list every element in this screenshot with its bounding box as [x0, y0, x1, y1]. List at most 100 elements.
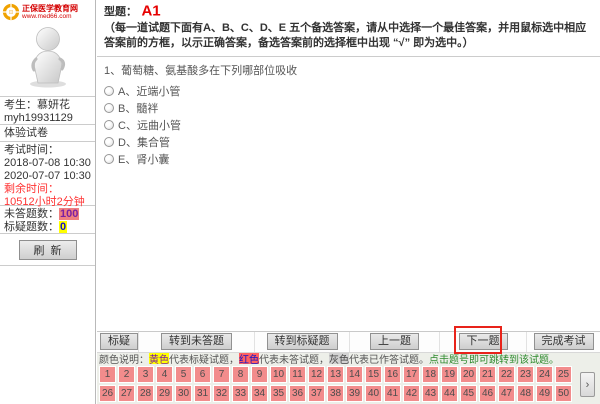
question-number-cell[interactable]: 3 — [137, 366, 154, 383]
question-number-cell[interactable]: 46 — [479, 385, 496, 402]
option-label-e: E、肾小囊 — [118, 154, 170, 166]
question-block: 1、葡萄糖、氨基酸多在下列哪部位吸收 A、近端小管 B、髓袢 C、远曲小管 D、… — [97, 57, 600, 175]
question-number-cell[interactable]: 6 — [194, 366, 211, 383]
question-number-cell[interactable]: 50 — [555, 385, 572, 402]
goto-unanswered-button[interactable]: 转到未答题 — [161, 333, 232, 351]
question-number-cell[interactable]: 40 — [365, 385, 382, 402]
question-number-cell[interactable]: 37 — [308, 385, 325, 402]
question-number-cell[interactable]: 27 — [118, 385, 135, 402]
previous-question-button[interactable]: 上一题 — [370, 333, 419, 351]
exam-start-time: 2018-07-08 10:30 — [4, 157, 91, 169]
sidebar-branding: 正保医学教育网 www.med66.com — [0, 0, 95, 97]
question-number-cell[interactable]: 1 — [99, 366, 116, 383]
radio-option-c[interactable] — [104, 120, 114, 130]
question-number-cell[interactable]: 25 — [555, 366, 572, 383]
question-number-cell[interactable]: 47 — [498, 385, 515, 402]
question-number-cell[interactable]: 22 — [498, 366, 515, 383]
question-stem: 1、葡萄糖、氨基酸多在下列哪部位吸收 — [104, 65, 298, 77]
question-number-cell[interactable]: 4 — [156, 366, 173, 383]
question-number-cell[interactable]: 32 — [213, 385, 230, 402]
marked-count-label: 标疑题数： — [4, 221, 59, 233]
question-number-cell[interactable]: 35 — [270, 385, 287, 402]
question-type-label: 型题： — [104, 5, 137, 18]
question-number-cell[interactable]: 5 — [175, 366, 192, 383]
grid-next-page-button[interactable]: › — [580, 372, 595, 397]
question-number-cell[interactable]: 10 — [270, 366, 287, 383]
question-number-cell[interactable]: 44 — [441, 385, 458, 402]
question-number-cell[interactable]: 12 — [308, 366, 325, 383]
question-number-cell[interactable]: 28 — [137, 385, 154, 402]
candidate-id: myh19931129 — [4, 112, 73, 124]
question-number-cell[interactable]: 43 — [422, 385, 439, 402]
answer-counts: 未答题数：100 标疑题数：0 — [0, 206, 95, 234]
brand-name: 正保医学教育网 — [22, 3, 78, 13]
exam-instructions: （每一道试题下面有A、B、C、D、E 五个备选答案，请从中选择一个最佳答案，并用… — [97, 20, 600, 57]
question-number-cell[interactable]: 14 — [346, 366, 363, 383]
question-number-cell[interactable]: 45 — [460, 385, 477, 402]
question-type-header: 型题： A1 — [97, 0, 600, 20]
question-number-cell[interactable]: 42 — [403, 385, 420, 402]
legend-tip: 点击题号即可跳转到该试题。 — [429, 354, 559, 364]
legend-prefix: 颜色说明： — [99, 354, 149, 364]
question-number-cell[interactable]: 11 — [289, 366, 306, 383]
question-number-cell[interactable]: 7 — [213, 366, 230, 383]
question-number-cell[interactable]: 20 — [460, 366, 477, 383]
question-number-cell[interactable]: 41 — [384, 385, 401, 402]
finish-exam-button[interactable]: 完成考试 — [533, 333, 594, 351]
legend-yellow-desc: 代表标疑试题， — [169, 354, 239, 364]
question-number-cell[interactable]: 34 — [251, 385, 268, 402]
sidebar: 正保医学教育网 www.med66.com 考生：慕妍花 myh19931129 — [0, 0, 96, 404]
question-number-cell[interactable]: 36 — [289, 385, 306, 402]
question-number-cell[interactable]: 8 — [232, 366, 249, 383]
option-row-e[interactable]: E、肾小囊 — [104, 153, 593, 166]
avatar — [29, 27, 66, 88]
question-number-cell[interactable]: 26 — [99, 385, 116, 402]
question-number-cell[interactable]: 2 — [118, 366, 135, 383]
radio-option-d[interactable] — [104, 137, 114, 147]
question-number-cell[interactable]: 19 — [441, 366, 458, 383]
question-number-cell[interactable]: 48 — [517, 385, 534, 402]
question-number-cell[interactable]: 21 — [479, 366, 496, 383]
candidate-name: 考生：慕妍花 — [4, 99, 70, 111]
color-legend: 颜色说明： 黄色 代表标疑试题， 红色 代表未答试题， 灰色 代表已作答试题。 点击题号即可跳… — [97, 351, 600, 364]
option-row-a[interactable]: A、近端小管 — [104, 85, 593, 98]
question-number-cell[interactable]: 39 — [346, 385, 363, 402]
legend-gray-desc: 代表已作答试题。 — [349, 354, 429, 364]
remaining-time-label: 剩余时间： — [4, 183, 59, 195]
refresh-button[interactable]: 刷新 — [18, 239, 77, 260]
goto-marked-button[interactable]: 转到标疑题 — [266, 333, 338, 351]
radio-option-e[interactable] — [104, 154, 114, 164]
question-number-cell[interactable]: 23 — [517, 366, 534, 383]
option-row-d[interactable]: D、集合管 — [104, 136, 593, 149]
question-number-cell[interactable]: 18 — [422, 366, 439, 383]
question-number-cell[interactable]: 29 — [156, 385, 173, 402]
exam-time-info: 考试时间： 2018-07-08 10:30 2020-07-07 10:30 … — [0, 142, 95, 208]
radio-option-b[interactable] — [104, 103, 114, 113]
question-number-cell[interactable]: 16 — [384, 366, 401, 383]
question-number-cell[interactable]: 49 — [536, 385, 553, 402]
question-number-cell[interactable]: 17 — [403, 366, 420, 383]
exam-time-label: 考试时间： — [4, 144, 59, 156]
toolbar: 标疑 转到未答题 转到标疑题 上一题 下一题 完成考试 — [97, 331, 600, 352]
option-label-a: A、近端小管 — [118, 86, 181, 98]
unanswered-count-value: 100 — [59, 208, 80, 220]
question-number-cell[interactable]: 33 — [232, 385, 249, 402]
question-number-cell[interactable]: 24 — [536, 366, 553, 383]
brand-url: www.med66.com — [22, 12, 72, 20]
question-type-value: A1 — [141, 2, 161, 20]
legend-red-desc: 代表未答试题， — [259, 354, 329, 364]
question-number-cell[interactable]: 9 — [251, 366, 268, 383]
option-row-c[interactable]: C、远曲小管 — [104, 119, 593, 132]
question-number-cell[interactable]: 13 — [327, 366, 344, 383]
question-number-cell[interactable]: 15 — [365, 366, 382, 383]
radio-option-a[interactable] — [104, 86, 114, 96]
paper-name: 体验试卷 — [0, 125, 95, 142]
question-number-cell[interactable]: 38 — [327, 385, 344, 402]
question-number-cell[interactable]: 31 — [194, 385, 211, 402]
legend-red-word: 红色 — [239, 352, 259, 364]
mark-question-button[interactable]: 标疑 — [100, 333, 138, 351]
next-question-button[interactable]: 下一题 — [458, 333, 508, 351]
question-grid: 1 2 3 4 5 6 7 8 9 10 11 12 13 14 15 16 17 18 19 20 21 22 23 24 2… — [97, 364, 600, 404]
option-row-b[interactable]: B、髓袢 — [104, 102, 593, 115]
question-number-cell[interactable]: 30 — [175, 385, 192, 402]
